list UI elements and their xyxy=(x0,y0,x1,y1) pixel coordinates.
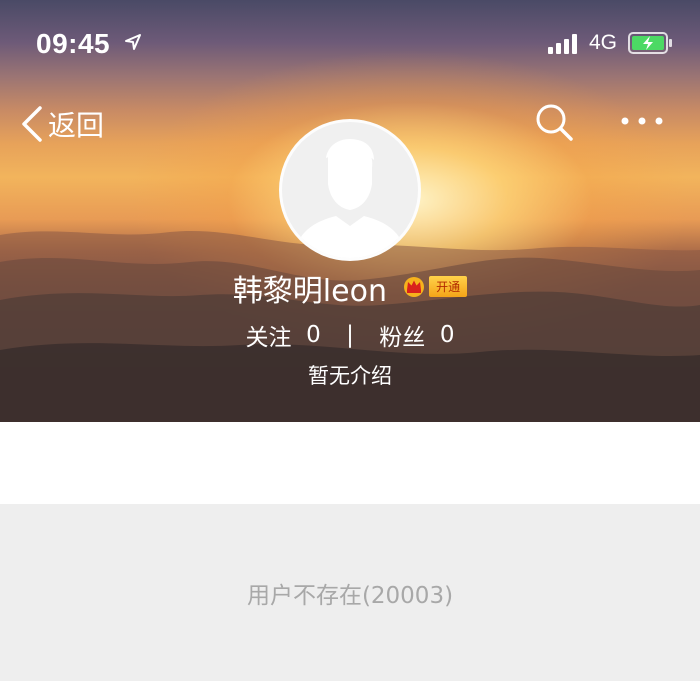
following-count: 0 xyxy=(306,322,321,348)
follow-stats: 关注 0 | 粉丝 0 xyxy=(0,318,700,352)
chevron-left-icon xyxy=(22,106,42,142)
following-stat[interactable]: 关注 0 xyxy=(246,318,321,352)
vip-badge-label: 开通 xyxy=(429,275,468,297)
location-arrow-icon xyxy=(125,34,141,50)
error-message: 用户不存在(20003) xyxy=(246,583,454,609)
search-icon[interactable] xyxy=(534,102,574,142)
followers-label: 粉丝 xyxy=(379,325,426,351)
status-bar: 09:45 4G xyxy=(0,0,700,86)
more-options-icon[interactable] xyxy=(620,116,664,126)
crown-icon xyxy=(404,277,425,297)
battery-charging-icon xyxy=(628,32,672,54)
avatar[interactable] xyxy=(279,119,421,261)
profile-bio: 暂无介绍 xyxy=(308,364,392,388)
username: 韩黎明leon xyxy=(232,274,387,309)
default-avatar-icon xyxy=(294,138,406,258)
back-button[interactable]: 返回 xyxy=(20,104,104,144)
followers-stat[interactable]: 粉丝 0 xyxy=(379,318,454,352)
status-time: 09:45 xyxy=(36,28,111,59)
stats-separator: | xyxy=(346,322,354,348)
profile-name-row: 韩黎明leon 开通 xyxy=(0,266,700,310)
cellular-signal-icon xyxy=(548,34,577,54)
following-label: 关注 xyxy=(245,325,292,351)
vip-open-button[interactable]: 开通 xyxy=(402,275,468,297)
network-type: 4G xyxy=(589,31,618,54)
tab-area xyxy=(0,422,700,504)
followers-count: 0 xyxy=(439,322,455,348)
back-label: 返回 xyxy=(48,109,105,142)
